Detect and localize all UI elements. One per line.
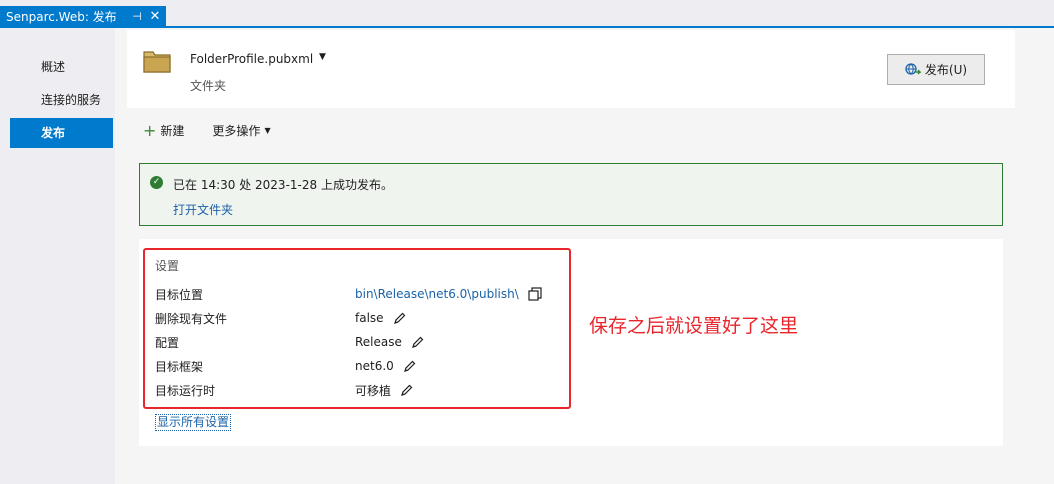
action-bar: + 新建 更多操作 ▼ xyxy=(143,122,271,139)
publish-success-banner: ✓ 已在 14:30 处 2023-1-28 上成功发布。 打开文件夹 xyxy=(139,163,1003,226)
more-actions-button[interactable]: 更多操作 ▼ xyxy=(212,122,270,139)
annotation-highlight-box xyxy=(143,248,571,409)
open-folder-link[interactable]: 打开文件夹 xyxy=(173,201,233,218)
check-circle-icon: ✓ xyxy=(150,176,163,189)
new-profile-button[interactable]: + 新建 xyxy=(143,122,184,139)
close-icon[interactable]: ✕ xyxy=(148,9,162,24)
publish-button[interactable]: 发布(U) xyxy=(887,54,985,85)
annotation-text: 保存之后就设置好了这里 xyxy=(589,315,799,337)
nav-item-overview[interactable]: 概述 xyxy=(10,52,113,82)
publish-button-label: 发布(U) xyxy=(924,63,968,77)
profile-header: FolderProfile.pubxml ▼ 文件夹 发布(U) xyxy=(127,30,1015,108)
success-message: 已在 14:30 处 2023-1-28 上成功发布。 xyxy=(173,178,393,192)
chevron-down-icon[interactable]: ▼ xyxy=(319,52,326,62)
pin-icon[interactable]: ⊣ xyxy=(130,10,144,23)
profile-name-dropdown[interactable]: FolderProfile.pubxml xyxy=(190,52,313,66)
new-label: 新建 xyxy=(160,124,185,138)
profile-type: 文件夹 xyxy=(190,79,227,93)
plus-icon: + xyxy=(143,120,157,140)
show-all-settings-link[interactable]: 显示所有设置 xyxy=(155,414,232,431)
chevron-down-icon: ▼ xyxy=(264,126,271,135)
nav-item-connected-services[interactable]: 连接的服务 xyxy=(10,85,113,115)
tab-title: Senparc.Web: 发布 xyxy=(6,10,117,24)
document-tab-strip: Senparc.Web: 发布 ⊣ ✕ xyxy=(0,0,1054,28)
more-actions-label: 更多操作 xyxy=(212,124,261,138)
publish-globe-icon xyxy=(905,62,921,75)
publish-nav: 概述 连接的服务 发布 xyxy=(10,52,113,151)
nav-item-publish[interactable]: 发布 xyxy=(10,118,113,148)
tab-strip-rule xyxy=(0,26,1054,28)
folder-icon xyxy=(143,51,171,73)
document-tab[interactable]: Senparc.Web: 发布 ⊣ ✕ xyxy=(0,6,166,27)
